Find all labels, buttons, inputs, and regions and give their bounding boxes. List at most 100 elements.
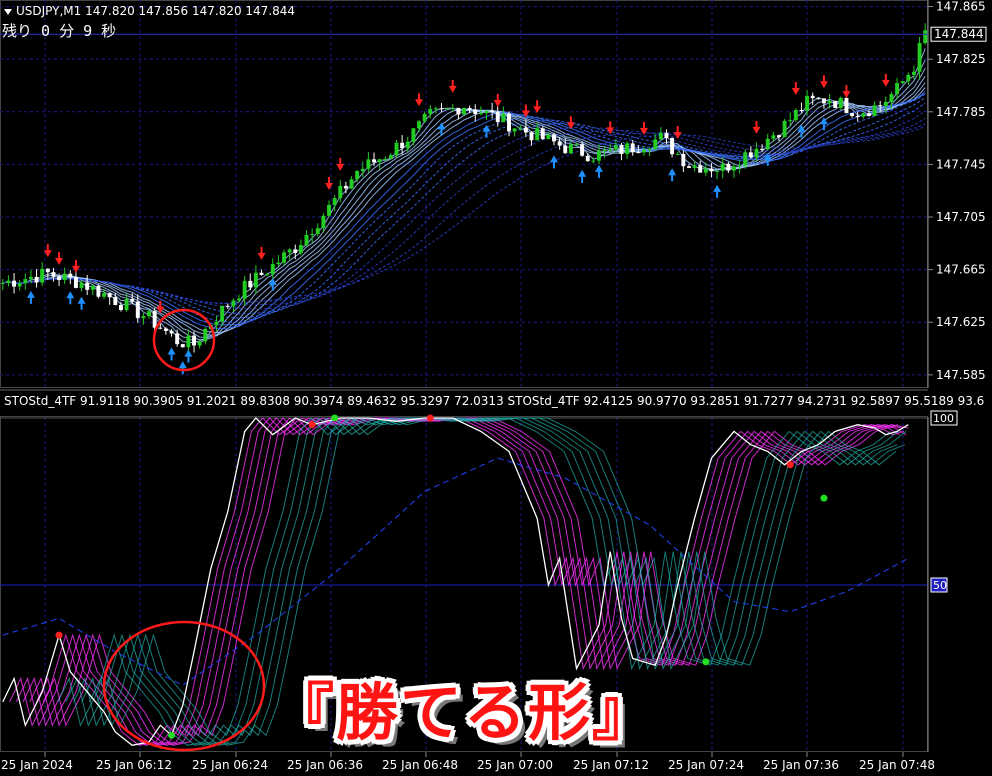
candle-body: [687, 166, 691, 168]
candle-body: [242, 280, 247, 299]
candle-body: [608, 149, 613, 151]
candle-body: [349, 179, 354, 189]
time-tick-label: 25 Jan 07:48: [859, 758, 935, 772]
candle-body: [850, 113, 855, 116]
signal-dot: [702, 658, 710, 666]
candle-body: [259, 272, 264, 275]
candle-body: [557, 141, 562, 146]
time-tick-label: 25 Jan 07:24: [668, 758, 744, 772]
oscillator-axis: 100 50: [927, 410, 958, 752]
ma-line: [2, 123, 926, 304]
candle-body: [765, 138, 770, 150]
candle-body: [613, 144, 618, 150]
candle-body: [821, 98, 826, 104]
candle-body: [45, 268, 50, 273]
candle-body: [169, 330, 174, 334]
candle-body: [462, 108, 466, 115]
candle-body: [681, 153, 686, 167]
candle-body: [372, 159, 376, 163]
candle-body: [400, 142, 405, 149]
price-grid: [0, 0, 928, 388]
candle-body: [866, 113, 871, 116]
signal-dot: [308, 421, 316, 429]
candle-body: [433, 108, 438, 110]
candle-body: [473, 109, 478, 114]
candle-body: [810, 95, 815, 99]
bar-countdown: 残り 0 分 9 秒: [2, 22, 117, 40]
candle-body: [163, 328, 168, 331]
candle-body: [158, 327, 163, 329]
candle-body: [383, 158, 388, 160]
sto-level-label: 100: [933, 412, 954, 425]
candle-body: [0, 282, 5, 284]
oscillator-header: STOStd_4TF 91.9118 90.3905 91.2021 89.83…: [4, 394, 985, 408]
ma-line: [2, 96, 926, 319]
candle-body: [501, 113, 506, 123]
up-arrow-icon: [549, 155, 558, 169]
candle-body: [692, 165, 697, 168]
candle-body: [636, 152, 641, 154]
candle-body: [591, 160, 596, 162]
candle-body: [270, 264, 275, 275]
candle-body: [327, 204, 331, 216]
time-tick-label: 25 Jan 07:00: [477, 758, 553, 772]
candle-body: [771, 135, 776, 139]
candle-body: [563, 145, 568, 154]
ma-line: [2, 117, 926, 306]
candle-body: [647, 149, 652, 151]
candle-body: [495, 111, 500, 123]
ma-line: [2, 110, 926, 310]
candle-body: [253, 272, 258, 288]
candle-body: [731, 166, 736, 171]
candle-body: [231, 300, 236, 307]
ma-line: [2, 87, 926, 333]
price-tick-label: 147.825: [936, 52, 986, 66]
candle-body: [28, 276, 33, 280]
candle-body: [737, 165, 742, 167]
down-arrow-icon: [493, 94, 502, 108]
candle-body: [625, 143, 630, 154]
price-tick-label: 147.585: [936, 368, 986, 382]
candle-body: [602, 149, 607, 151]
time-tick-label: 25 Jan 06:48: [382, 758, 458, 772]
price-tick-label: 147.785: [936, 105, 986, 119]
candle-body: [147, 311, 152, 317]
candle-body: [175, 333, 180, 345]
candle-body: [124, 299, 129, 311]
down-arrow-icon: [881, 73, 890, 87]
candle-body: [192, 335, 197, 346]
candle-body: [332, 198, 337, 205]
price-tick-label: 147.625: [936, 315, 986, 329]
candle-body: [445, 108, 450, 110]
candle-body: [248, 280, 253, 288]
candle-body: [315, 228, 320, 235]
candle-body: [653, 139, 658, 150]
candle-body: [574, 144, 579, 146]
candle-body: [484, 110, 489, 114]
up-arrow-icon: [178, 361, 187, 375]
candle-body: [310, 234, 315, 236]
candle-body: [507, 113, 511, 132]
candle-body: [85, 282, 90, 290]
candle-body: [388, 155, 393, 159]
down-arrow-icon: [336, 157, 345, 171]
candle-body: [456, 107, 461, 115]
candle-body: [428, 109, 433, 114]
down-arrow-icon: [448, 79, 457, 93]
up-arrow-icon: [668, 168, 677, 182]
down-arrow-icon: [842, 85, 851, 99]
candle-body: [34, 276, 39, 283]
candle-body: [838, 97, 843, 108]
candle-body: [186, 335, 191, 348]
up-arrow-icon: [268, 278, 277, 292]
time-tick-label: 25 Jan 2024: [1, 758, 73, 772]
moving-average-ribbon: [2, 48, 926, 344]
candle-body: [861, 113, 866, 117]
candle-body: [422, 113, 427, 122]
candle-body: [377, 159, 382, 163]
up-arrow-icon: [578, 169, 587, 183]
down-arrow-icon: [415, 93, 424, 107]
symbol-title: USDJPY,M1 147.820 147.856 147.820 147.84…: [16, 4, 296, 18]
signal-dot: [55, 631, 63, 639]
candle-body: [788, 120, 793, 122]
